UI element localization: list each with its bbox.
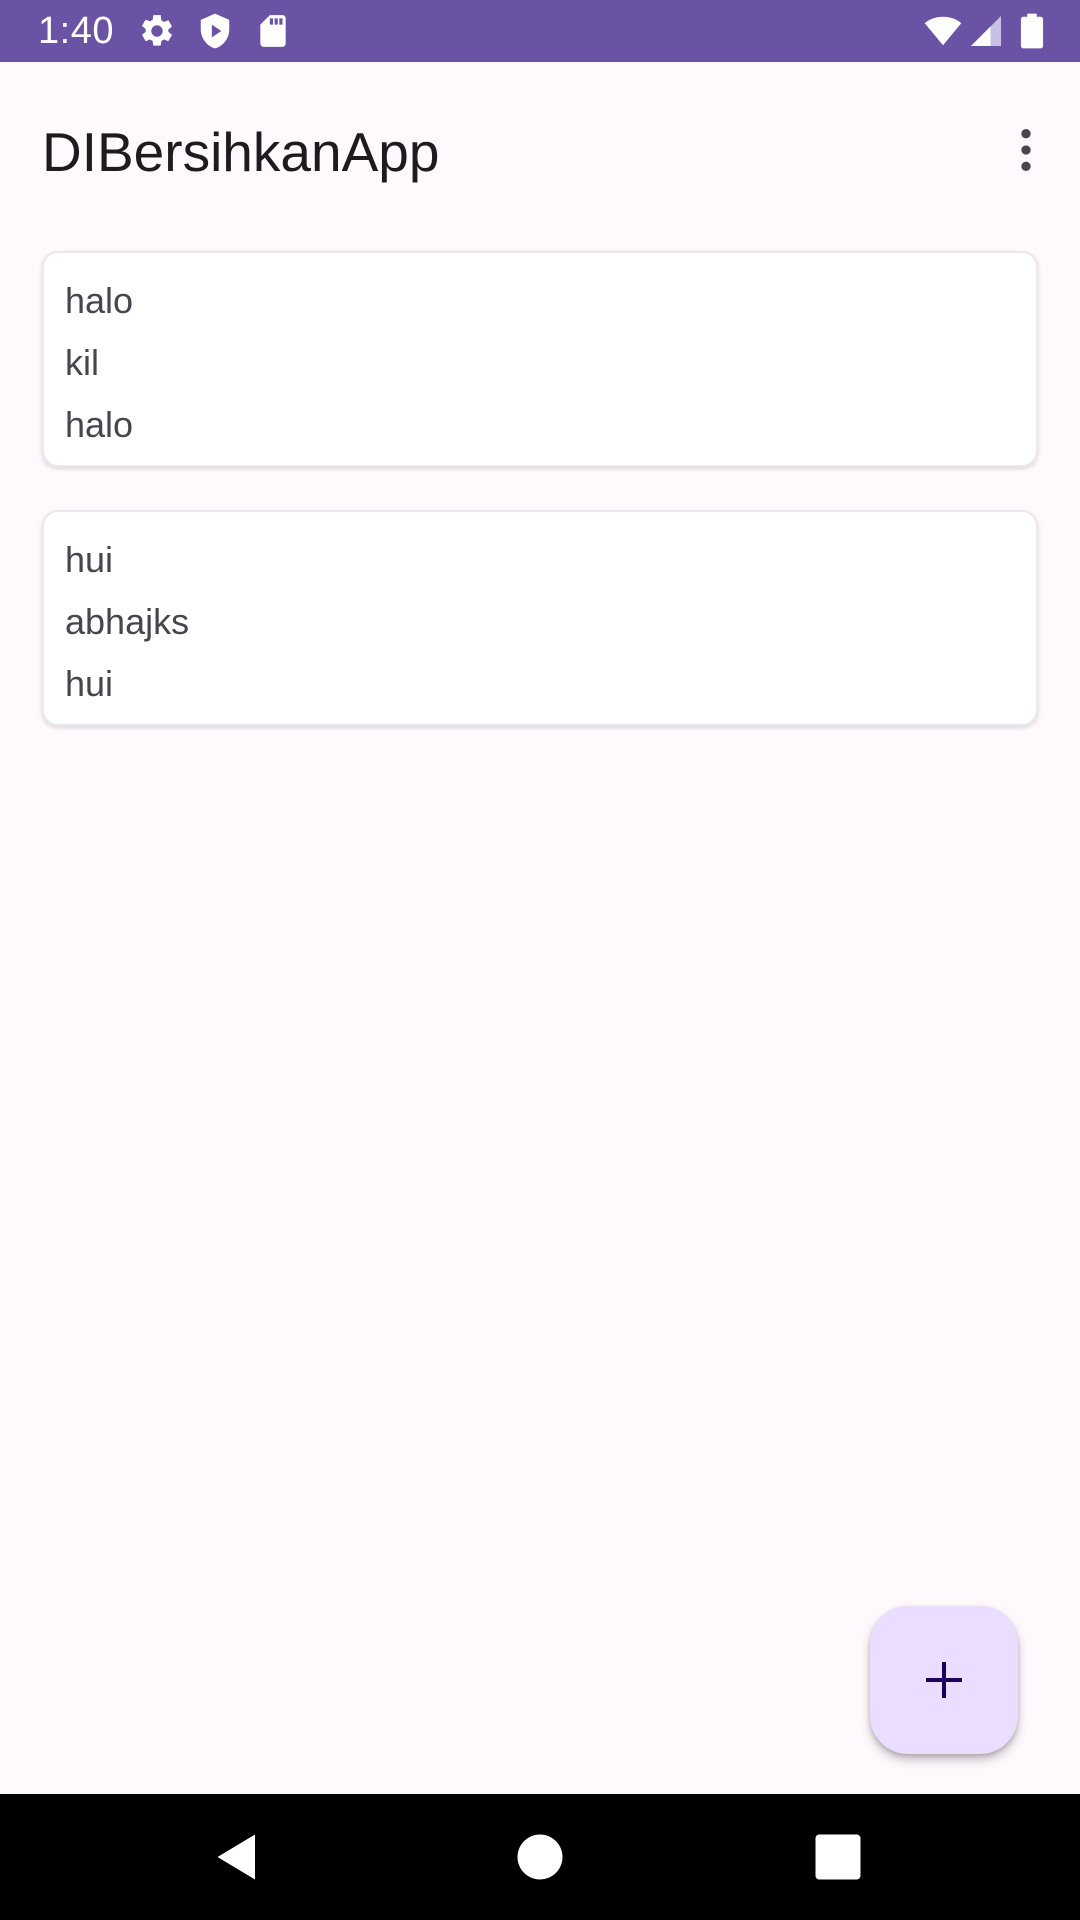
sd-card-icon [254,12,292,50]
nav-home-button[interactable] [510,1827,570,1887]
status-bar: 1:40 [0,0,1080,62]
nav-recents-button[interactable] [808,1827,868,1887]
nav-back-button[interactable] [210,1827,270,1887]
app-screen: 1:40 DIBersihkanApp halo kil halo hui ab… [0,0,1080,1920]
home-icon [517,1834,563,1880]
back-icon [217,1834,255,1880]
note-detail: halo [65,404,134,445]
note-card[interactable]: halo kil halo [42,251,1038,467]
note-detail: hui [65,663,114,704]
add-note-fab[interactable] [870,1606,1018,1754]
note-description: kil [65,342,99,383]
note-title: halo [65,280,134,321]
top-app-bar: DIBersihkanApp [0,62,1080,238]
note-title: hui [65,539,114,580]
shield-icon [196,12,234,50]
wifi-icon [922,12,964,50]
gear-icon [138,12,176,50]
cell-signal-icon [968,12,1004,50]
add-icon [926,1662,962,1698]
recents-icon [815,1834,861,1880]
system-nav-bar [0,1794,1080,1920]
battery-icon [1018,12,1046,50]
app-title: DIBersihkanApp [42,121,440,183]
note-card[interactable]: hui abhajks hui [42,510,1038,726]
note-description: abhajks [65,601,190,642]
overflow-menu-button[interactable] [988,112,1064,188]
status-time: 1:40 [38,10,114,52]
more-vert-icon [1021,129,1031,171]
